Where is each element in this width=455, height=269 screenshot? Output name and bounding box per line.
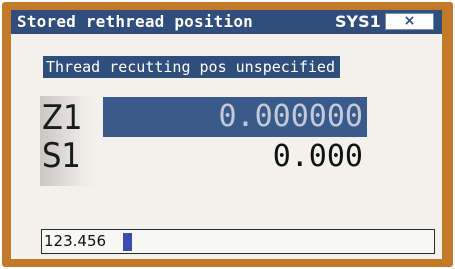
axis-name-z1: Z1: [42, 98, 83, 138]
axis-value-s1[interactable]: 0.000: [103, 137, 367, 177]
title-bar: Stored rethread position SYS1 ×: [11, 10, 442, 34]
axis-name-column: Z1 S1: [40, 96, 99, 186]
close-button[interactable]: ×: [385, 13, 434, 30]
axis-name-s1: S1: [42, 136, 81, 176]
input-field[interactable]: 123.456: [41, 229, 435, 254]
input-value: 123.456: [44, 232, 107, 250]
system-label: SYS1: [335, 12, 381, 31]
rethread-dialog: Stored rethread position SYS1 × Thread r…: [2, 2, 453, 267]
status-message: Thread recutting pos unspecified: [43, 56, 340, 78]
close-icon: ×: [403, 13, 416, 29]
axis-value-z1[interactable]: 0.000000: [103, 97, 367, 137]
content-panel: Thread recutting pos unspecified Z1 S1 0…: [11, 34, 442, 259]
text-cursor: [123, 233, 132, 251]
dialog-title: Stored rethread position: [17, 12, 253, 31]
